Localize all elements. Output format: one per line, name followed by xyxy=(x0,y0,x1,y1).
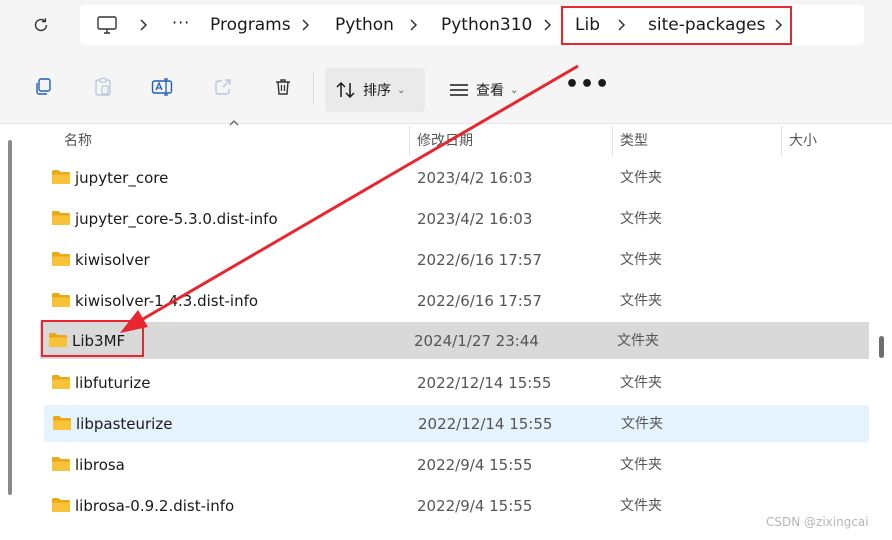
file-name: kiwisolver-1.4.3.dist-info xyxy=(75,292,259,310)
copy-button[interactable] xyxy=(31,75,55,99)
list-item[interactable]: libfuturize 2022/12/14 15:55 文件夹 xyxy=(43,364,869,401)
list-item[interactable]: jupyter_core 2023/4/2 16:03 文件夹 xyxy=(43,159,869,196)
file-type: 文件夹 xyxy=(620,375,662,391)
file-modified-date: 2022/6/16 17:57 xyxy=(417,292,542,310)
paste-button[interactable] xyxy=(91,75,115,99)
folder-icon xyxy=(52,293,70,307)
file-modified-date: 2022/9/4 15:55 xyxy=(417,497,533,515)
folder-icon xyxy=(52,498,70,512)
sort-label: 排序 xyxy=(363,83,391,99)
highlight-box-lib-path xyxy=(561,6,792,45)
view-label: 查看 xyxy=(476,83,504,99)
chevron-right-icon[interactable] xyxy=(300,18,312,32)
scrollbar-thumb[interactable] xyxy=(879,336,884,358)
file-type: 文件夹 xyxy=(620,293,662,309)
list-item[interactable]: librosa-0.9.2.dist-info 2022/9/4 15:55 文件夹 xyxy=(43,487,869,524)
list-item[interactable]: kiwisolver-1.4.3.dist-info 2022/6/16 17:5… xyxy=(43,282,869,319)
column-header-modified[interactable]: 修改日期 xyxy=(417,126,473,156)
file-name: librosa xyxy=(75,456,125,474)
trash-icon xyxy=(276,79,290,95)
file-name: librosa-0.9.2.dist-info xyxy=(75,497,235,515)
file-modified-date: 2022/9/4 15:55 xyxy=(417,456,533,474)
sort-button[interactable]: 排序 ⌄ xyxy=(325,68,425,112)
breadcrumb-item-programs[interactable]: Programs xyxy=(210,14,291,36)
delete-button[interactable] xyxy=(271,75,295,99)
chevron-right-icon[interactable] xyxy=(542,18,554,32)
column-divider[interactable] xyxy=(612,126,613,156)
file-type: 文件夹 xyxy=(620,211,662,227)
toolbar-separator xyxy=(313,72,314,104)
file-modified-date: 2023/4/2 16:03 xyxy=(417,210,533,228)
list-item[interactable]: Lib3MF 2024/1/27 23:44 文件夹 xyxy=(40,322,869,359)
list-item[interactable]: jupyter_core-5.3.0.dist-info 2023/4/2 16:… xyxy=(43,200,869,237)
file-modified-date: 2023/4/2 16:03 xyxy=(417,169,533,187)
computer-icon[interactable] xyxy=(96,14,118,36)
watermark: CSDN @zixingcai xyxy=(766,515,869,529)
file-modified-date: 2024/1/27 23:44 xyxy=(414,332,539,350)
breadcrumb-overflow[interactable]: ··· xyxy=(172,13,190,32)
sort-icon xyxy=(336,81,355,99)
chevron-right-icon[interactable] xyxy=(408,18,420,32)
file-type: 文件夹 xyxy=(617,333,659,349)
navigation-pane-scrollbar[interactable] xyxy=(8,140,12,495)
folder-icon xyxy=(53,416,71,430)
rename-icon xyxy=(151,78,173,96)
column-header-name[interactable]: 名称 xyxy=(64,126,92,156)
folder-icon xyxy=(52,170,70,184)
share-icon xyxy=(215,79,231,95)
list-item[interactable]: kiwisolver 2022/6/16 17:57 文件夹 xyxy=(43,241,869,278)
list-item[interactable]: libpasteurize 2022/12/14 15:55 文件夹 xyxy=(44,405,869,442)
folder-icon xyxy=(52,375,70,389)
breadcrumb-item-python310[interactable]: Python310 xyxy=(441,14,532,36)
column-divider[interactable] xyxy=(781,126,782,156)
file-modified-date: 2022/6/16 17:57 xyxy=(417,251,542,269)
refresh-icon xyxy=(34,18,48,32)
file-type: 文件夹 xyxy=(620,252,662,268)
folder-icon xyxy=(52,252,70,266)
vertical-scrollbar[interactable] xyxy=(876,126,892,540)
more-options-button[interactable]: ••• xyxy=(565,74,610,96)
chevron-right-icon[interactable] xyxy=(138,18,150,32)
file-name: jupyter_core xyxy=(75,169,169,187)
column-header-type[interactable]: 类型 xyxy=(620,126,648,156)
file-type: 文件夹 xyxy=(621,416,663,432)
file-modified-date: 2022/12/14 15:55 xyxy=(417,374,552,392)
chevron-down-icon: ⌄ xyxy=(397,84,406,96)
file-name: jupyter_core-5.3.0.dist-info xyxy=(75,210,278,228)
breadcrumb-item-python[interactable]: Python xyxy=(335,14,394,36)
file-type: 文件夹 xyxy=(620,170,662,186)
view-button[interactable]: 查看 ⌄ xyxy=(438,68,534,112)
folder-icon xyxy=(52,211,70,225)
view-icon xyxy=(450,84,468,96)
share-button[interactable] xyxy=(211,75,235,99)
paste-icon xyxy=(95,77,111,96)
file-modified-date: 2022/12/14 15:55 xyxy=(418,415,553,433)
file-name: kiwisolver xyxy=(75,251,150,269)
file-name: libpasteurize xyxy=(76,415,173,433)
column-header-size[interactable]: 大小 xyxy=(789,126,817,156)
command-bar: 排序 ⌄ 查看 ⌄ ••• xyxy=(0,52,892,124)
file-type: 文件夹 xyxy=(620,457,662,473)
chevron-down-icon: ⌄ xyxy=(510,84,519,96)
file-name: libfuturize xyxy=(75,374,151,392)
sort-ascending-icon xyxy=(229,120,239,126)
highlight-box-lib3mf xyxy=(41,320,144,357)
file-type: 文件夹 xyxy=(620,498,662,514)
list-item[interactable]: librosa 2022/9/4 15:55 文件夹 xyxy=(43,446,869,483)
folder-icon xyxy=(52,457,70,471)
rename-button[interactable] xyxy=(150,75,174,99)
copy-icon xyxy=(36,78,51,95)
refresh-button[interactable] xyxy=(28,12,54,38)
column-divider[interactable] xyxy=(409,126,410,156)
